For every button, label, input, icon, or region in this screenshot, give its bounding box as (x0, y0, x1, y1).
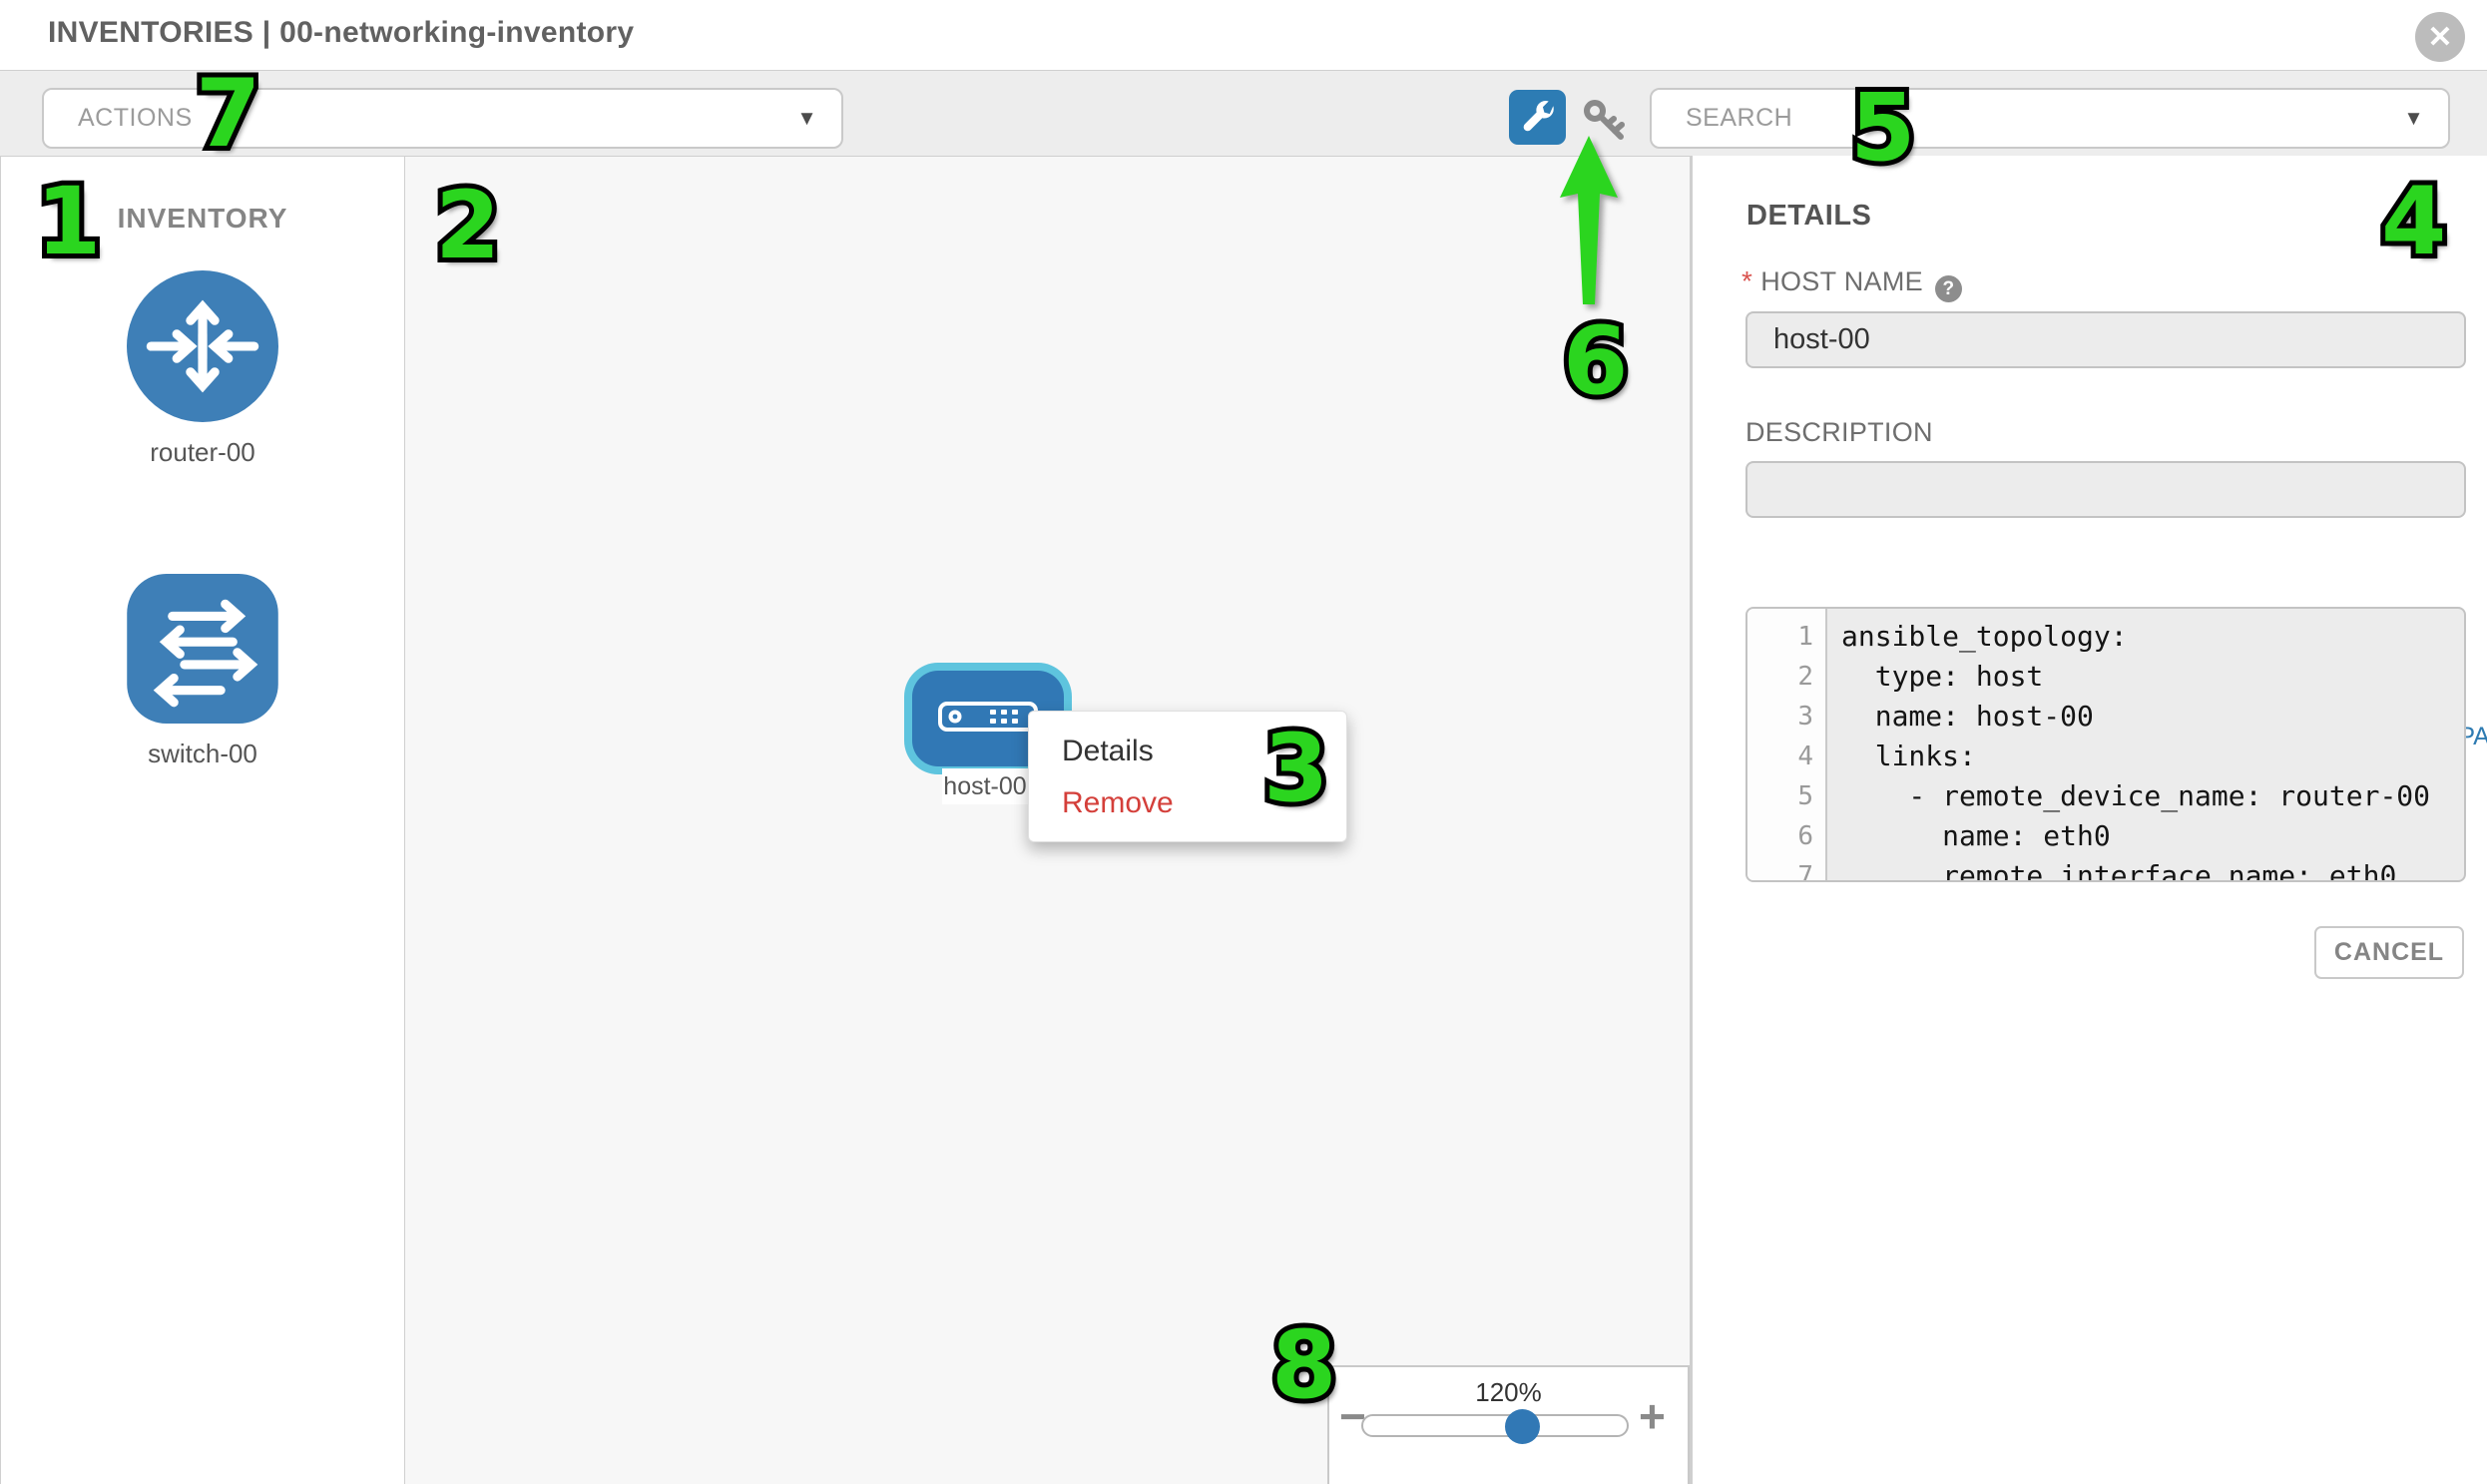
zoom-in-button[interactable]: + (1639, 1393, 1666, 1439)
help-icon[interactable]: ? (1935, 275, 1962, 302)
zoom-slider-track[interactable] (1361, 1414, 1629, 1437)
code-line: 3 name: host-00 (1747, 697, 2464, 737)
annotation-6: 6 (1563, 315, 1628, 409)
description-input[interactable] (1745, 461, 2466, 518)
router-icon (127, 409, 278, 426)
search-dropdown-label: SEARCH (1686, 104, 1792, 133)
actions-dropdown[interactable]: ACTIONS ▾ (42, 88, 843, 149)
annotation-arrow-up (1547, 126, 1637, 320)
code-line: 2 type: host (1747, 657, 2464, 697)
inventory-palette-sidebar: INVENTORY router-00 (0, 156, 405, 1484)
annotation-7: 7 (196, 68, 260, 162)
details-panel: DETAILS *HOST NAME? DESCRIPTION VARIABLE… (1690, 156, 2487, 1484)
zoom-level-value: 120% (1329, 1377, 1688, 1408)
annotation-5: 5 (1850, 82, 1915, 176)
actions-dropdown-label: ACTIONS (78, 104, 193, 133)
host-name-label: HOST NAME (1760, 266, 1923, 296)
search-dropdown[interactable]: SEARCH ▾ (1650, 88, 2450, 149)
page-title: INVENTORIES | 00-networking-inventory (48, 16, 634, 50)
zoom-out-button[interactable]: − (1339, 1393, 1366, 1439)
annotation-8: 8 (1271, 1319, 1336, 1413)
code-line: 5 - remote_device_name: router-00 (1747, 776, 2464, 816)
chevron-down-icon: ▾ (800, 103, 813, 132)
code-line: 7 remote_interface_name: eth0 (1747, 856, 2464, 882)
palette-item-router[interactable]: router-00 (123, 270, 282, 468)
code-line: 1 ansible_topology: (1747, 617, 2464, 657)
palette-item-switch[interactable]: switch-00 (123, 574, 282, 769)
palette-item-label: switch-00 (123, 739, 282, 769)
host-node-label: host-00 (942, 768, 1028, 804)
annotation-1: 1 (36, 176, 101, 269)
details-panel-title: DETAILS (1746, 200, 1871, 233)
annotation-2: 2 (435, 180, 500, 273)
description-label: DESCRIPTION (1745, 417, 1933, 448)
networking-inventory-screen: INVENTORIES | 00-networking-inventory ✕ … (0, 0, 2487, 1484)
code-rows: 1 ansible_topology: 2 type: host 3 name:… (1747, 617, 2464, 882)
app-header: INVENTORIES | 00-networking-inventory ✕ (0, 0, 2487, 70)
palette-item-label: router-00 (123, 437, 282, 468)
zoom-control-panel: 120% − + (1327, 1365, 1690, 1484)
code-line: 6 name: eth0 (1747, 816, 2464, 856)
required-asterisk: * (1741, 265, 1752, 296)
host-device-icon (938, 702, 1038, 737)
host-name-input[interactable] (1745, 311, 2466, 368)
chevron-down-icon: ▾ (2407, 103, 2420, 132)
toolbar: ACTIONS ▾ (0, 70, 2487, 158)
switch-icon (127, 711, 278, 728)
variables-code-editor[interactable]: 1 ansible_topology: 2 type: host 3 name:… (1745, 607, 2466, 882)
cancel-button[interactable]: CANCEL (2314, 926, 2464, 979)
annotation-4: 4 (2381, 176, 2446, 269)
zoom-slider-thumb[interactable] (1505, 1409, 1540, 1444)
close-icon[interactable]: ✕ (2415, 12, 2465, 62)
annotation-3: 3 (1263, 723, 1328, 816)
host-name-label-row: * HOST NAME? (1741, 265, 1962, 302)
code-line: 4 links: (1747, 737, 2464, 776)
